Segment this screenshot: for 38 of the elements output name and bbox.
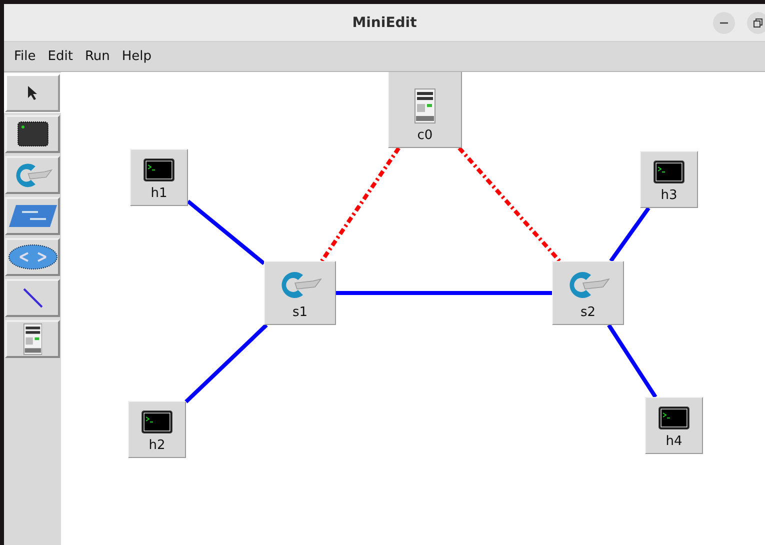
window-title: MiniEdit [352, 14, 417, 30]
legacy-router-icon [8, 244, 58, 270]
terminal-icon [658, 406, 690, 430]
node-label: h2 [148, 438, 166, 453]
host-icon [16, 121, 48, 147]
host-node[interactable]: h2 [128, 401, 186, 458]
node-label: h1 [150, 186, 168, 201]
node-label: h4 [666, 434, 682, 449]
server-icon [22, 322, 42, 356]
menu-item[interactable]: File [8, 49, 42, 64]
switch-node[interactable]: s2 [552, 261, 624, 325]
server-icon [414, 88, 436, 124]
terminal-icon [653, 160, 685, 184]
host-node[interactable]: h4 [645, 397, 703, 454]
switch-node[interactable]: s1 [264, 261, 336, 325]
pointer-icon [26, 85, 38, 101]
terminal-icon [141, 410, 173, 434]
host-node[interactable]: h3 [640, 151, 698, 208]
tool-button[interactable] [5, 320, 60, 358]
menu-item[interactable]: Edit [42, 49, 79, 64]
link-line [609, 206, 650, 262]
terminal-icon [143, 158, 175, 182]
node-label: c0 [417, 128, 433, 143]
node-label: h3 [660, 188, 678, 203]
host-node[interactable]: h1 [130, 149, 188, 206]
legacy-switch-icon [8, 203, 58, 229]
controller-node[interactable]: c0 [388, 72, 462, 148]
node-label: s1 [292, 305, 308, 320]
menu-item[interactable]: Run [78, 49, 116, 64]
tool-button[interactable] [5, 238, 60, 276]
maximize-button[interactable] [747, 12, 765, 34]
line-icon [22, 287, 44, 309]
maximize-icon [753, 18, 763, 28]
tool-button[interactable] [5, 279, 60, 317]
node-label: s2 [580, 305, 596, 320]
tool-button[interactable] [5, 115, 60, 153]
minimize-icon [720, 22, 728, 24]
menu-item[interactable]: Help [116, 49, 158, 64]
